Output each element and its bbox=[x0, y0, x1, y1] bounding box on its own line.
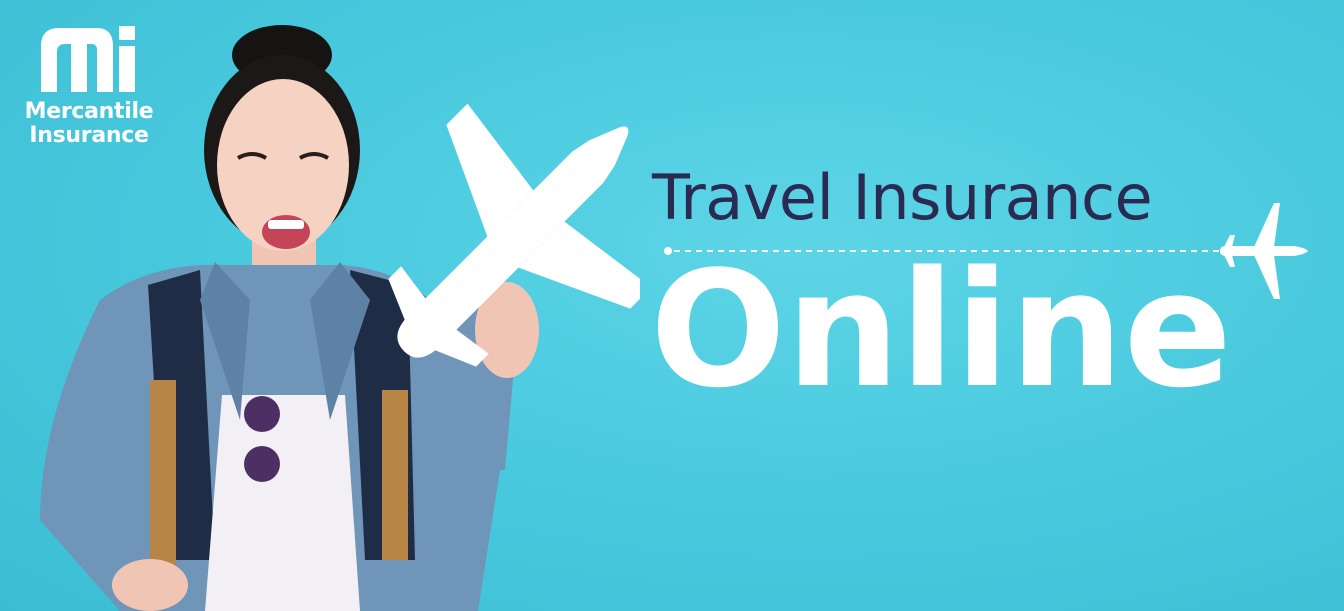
airplane-icon bbox=[1220, 203, 1308, 299]
smiling-traveler-photo bbox=[40, 25, 640, 611]
travel-insurance-banner: Mercantile Insurance Travel Insurance On… bbox=[0, 0, 1344, 611]
headline-online: Online bbox=[650, 236, 1233, 423]
